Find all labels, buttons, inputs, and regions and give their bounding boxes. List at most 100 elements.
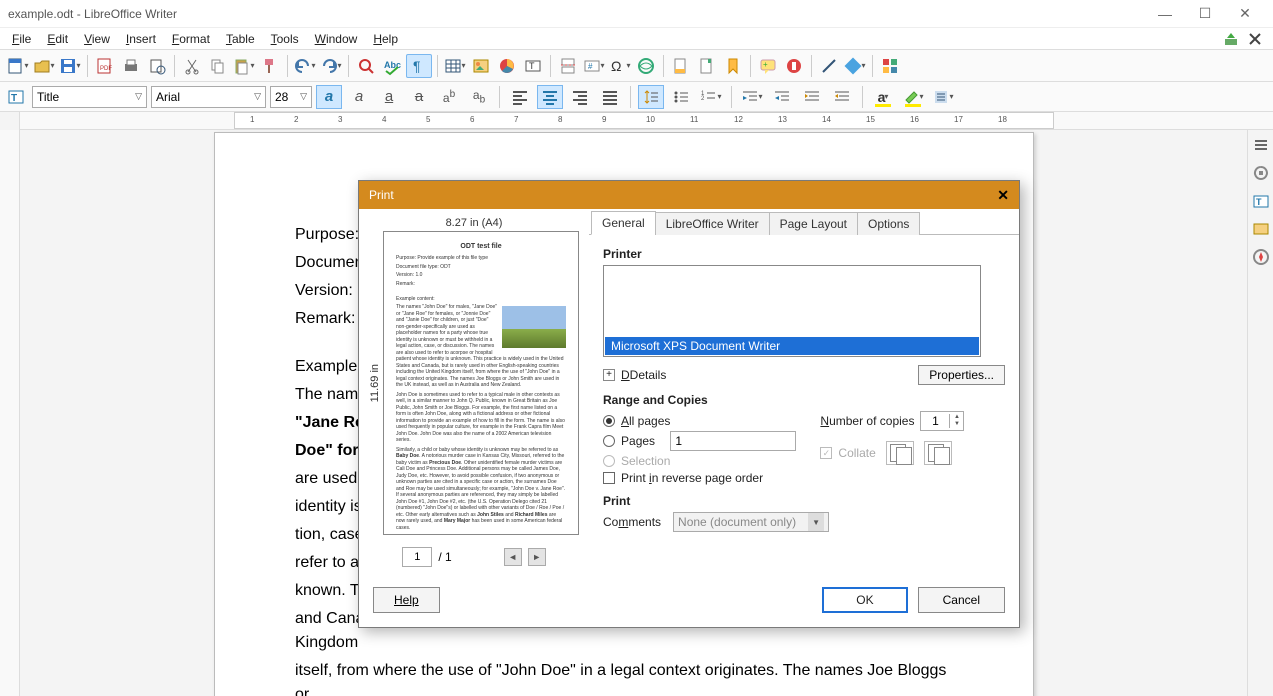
print-preview-button[interactable] xyxy=(145,54,169,78)
strikethrough-button[interactable]: a xyxy=(406,85,432,109)
label-pages[interactable]: Pages xyxy=(621,434,655,448)
printer-list[interactable]: Microsoft XPS Document Writer xyxy=(603,265,981,357)
copies-input[interactable] xyxy=(921,414,949,428)
track-changes-button[interactable] xyxy=(782,54,806,78)
bold-button[interactable]: a xyxy=(316,85,342,109)
printer-properties-button[interactable]: Properties... xyxy=(918,365,1005,385)
menu-file[interactable]: File xyxy=(4,30,39,48)
numbering-button[interactable]: 12 xyxy=(698,85,724,109)
paste-button[interactable] xyxy=(232,54,256,78)
italic-button[interactable]: a xyxy=(346,85,372,109)
menu-window[interactable]: Window xyxy=(307,30,366,48)
superscript-button[interactable]: ab xyxy=(436,85,462,109)
insert-field-button[interactable]: # xyxy=(582,54,606,78)
insert-table-button[interactable] xyxy=(443,54,467,78)
update-icon[interactable] xyxy=(1223,31,1239,47)
align-left-button[interactable] xyxy=(507,85,533,109)
subscript-button[interactable]: ab xyxy=(466,85,492,109)
details-label[interactable]: DDetails xyxy=(621,368,666,382)
ok-button[interactable]: OK xyxy=(822,587,907,613)
menu-view[interactable]: View xyxy=(76,30,118,48)
vertical-ruler[interactable] xyxy=(0,130,20,696)
spellcheck-button[interactable]: Abc xyxy=(380,54,404,78)
increase-indent2-button[interactable] xyxy=(799,85,825,109)
insert-hyperlink-button[interactable] xyxy=(634,54,658,78)
font-color-button[interactable]: a xyxy=(870,85,896,109)
details-expander[interactable]: + xyxy=(603,369,615,381)
preview-prev-button[interactable]: ◄ xyxy=(504,548,522,566)
radio-all-pages[interactable] xyxy=(603,415,615,427)
insert-footnote-button[interactable] xyxy=(669,54,693,78)
export-pdf-button[interactable]: PDF xyxy=(93,54,117,78)
tab-general[interactable]: General xyxy=(591,211,656,235)
maximize-button[interactable]: ☐ xyxy=(1185,2,1225,26)
basic-shapes-button[interactable] xyxy=(843,54,867,78)
tab-options[interactable]: Options xyxy=(857,212,920,235)
bullets-button[interactable] xyxy=(668,85,694,109)
justify-button[interactable] xyxy=(597,85,623,109)
undo-button[interactable] xyxy=(293,54,317,78)
styles-sidebar-icon[interactable]: T xyxy=(6,86,28,108)
insert-image-button[interactable] xyxy=(469,54,493,78)
radio-pages[interactable] xyxy=(603,435,615,447)
pages-input[interactable] xyxy=(670,431,796,451)
label-reverse[interactable]: Print in reverse page order xyxy=(621,471,763,485)
align-right-button[interactable] xyxy=(567,85,593,109)
help-button[interactable]: Help xyxy=(373,587,440,613)
horizontal-ruler[interactable]: 123456789101112131415161718 xyxy=(0,112,1273,130)
close-doc-icon[interactable] xyxy=(1247,31,1263,47)
format-paintbrush-button[interactable] xyxy=(258,54,282,78)
menu-help[interactable]: Help xyxy=(365,30,406,48)
new-doc-button[interactable] xyxy=(6,54,30,78)
save-button[interactable] xyxy=(58,54,82,78)
sidebar-menu-icon[interactable] xyxy=(1250,134,1272,156)
sidebar-styles-icon[interactable]: T xyxy=(1250,190,1272,212)
underline-button[interactable]: a xyxy=(376,85,402,109)
sidebar-gallery-icon[interactable] xyxy=(1250,218,1272,240)
font-name-select[interactable]: Arial▽ xyxy=(151,86,266,108)
show-draw-functions-button[interactable] xyxy=(878,54,902,78)
insert-page-break-button[interactable] xyxy=(556,54,580,78)
sidebar-properties-icon[interactable] xyxy=(1250,162,1272,184)
menu-tools[interactable]: Tools xyxy=(263,30,307,48)
insert-special-char-button[interactable]: Ω xyxy=(608,54,632,78)
insert-textbox-button[interactable]: T xyxy=(521,54,545,78)
insert-bookmark-button[interactable] xyxy=(721,54,745,78)
insert-endnote-button[interactable] xyxy=(695,54,719,78)
copies-spinner[interactable]: ▲▼ xyxy=(920,411,964,431)
tab-layout[interactable]: Page Layout xyxy=(769,212,858,235)
preview-page-input[interactable] xyxy=(402,547,432,567)
font-size-select[interactable]: 28▽ xyxy=(270,86,312,108)
dialog-titlebar[interactable]: Print ✕ xyxy=(359,181,1019,209)
line-spacing-button[interactable] xyxy=(638,85,664,109)
formatting-marks-button[interactable]: ¶ xyxy=(406,54,432,78)
close-window-button[interactable]: ✕ xyxy=(1225,2,1265,26)
insert-chart-button[interactable] xyxy=(495,54,519,78)
decrease-indent2-button[interactable] xyxy=(829,85,855,109)
paragraph-bg-button[interactable] xyxy=(930,85,956,109)
print-direct-button[interactable] xyxy=(119,54,143,78)
menu-insert[interactable]: Insert xyxy=(118,30,164,48)
menu-table[interactable]: Table xyxy=(218,30,263,48)
tab-writer[interactable]: LibreOffice Writer xyxy=(655,212,770,235)
open-button[interactable] xyxy=(32,54,56,78)
dialog-close-button[interactable]: ✕ xyxy=(997,187,1009,204)
paragraph-style-select[interactable]: Title▽ xyxy=(32,86,147,108)
cancel-button[interactable]: Cancel xyxy=(918,587,1005,613)
sidebar-navigator-icon[interactable] xyxy=(1250,246,1272,268)
align-center-button[interactable] xyxy=(537,85,563,109)
highlight-button[interactable] xyxy=(900,85,926,109)
menu-edit[interactable]: Edit xyxy=(39,30,76,48)
decrease-indent-button[interactable] xyxy=(769,85,795,109)
insert-comment-button[interactable]: + xyxy=(756,54,780,78)
preview-next-button[interactable]: ► xyxy=(528,548,546,566)
redo-button[interactable] xyxy=(319,54,343,78)
find-button[interactable] xyxy=(354,54,378,78)
check-reverse[interactable] xyxy=(603,472,615,484)
printer-item-selected[interactable]: Microsoft XPS Document Writer xyxy=(605,337,979,355)
insert-line-button[interactable] xyxy=(817,54,841,78)
minimize-button[interactable]: — xyxy=(1145,2,1185,26)
increase-indent-button[interactable] xyxy=(739,85,765,109)
menu-format[interactable]: Format xyxy=(164,30,218,48)
copy-button[interactable] xyxy=(206,54,230,78)
